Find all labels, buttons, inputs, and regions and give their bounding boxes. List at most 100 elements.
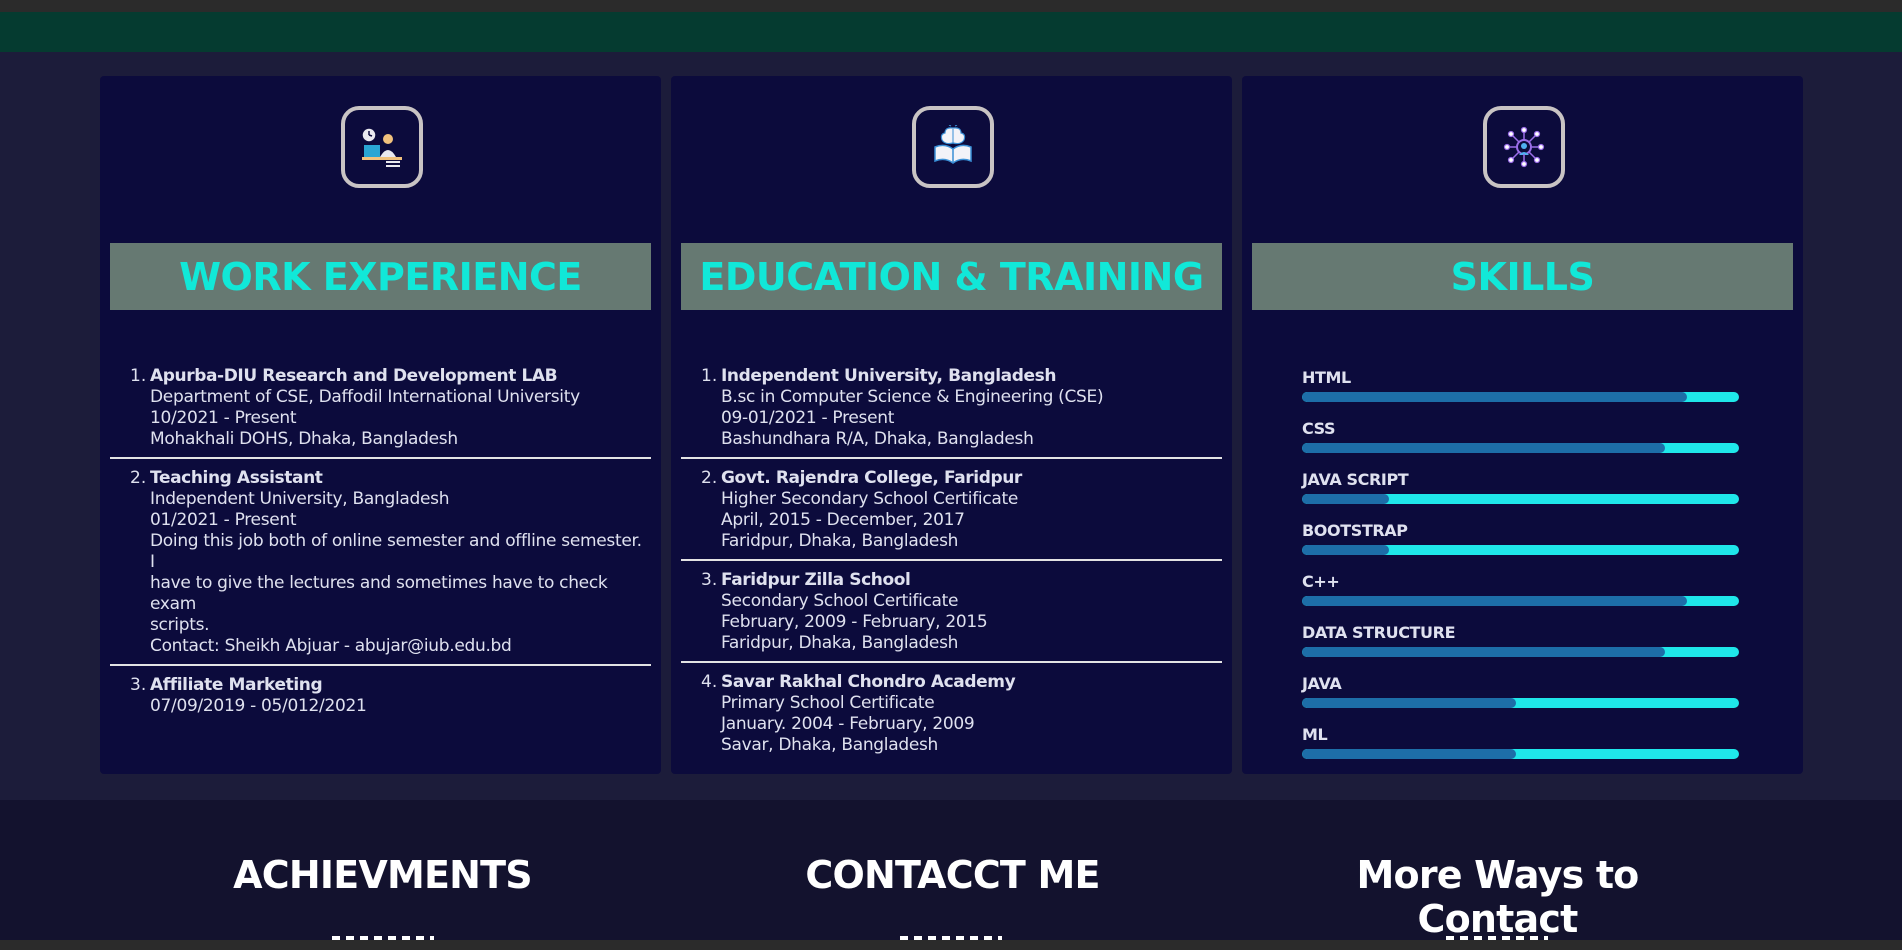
- skills-icon-frame: [1483, 106, 1565, 188]
- skill-bar-track: [1302, 392, 1739, 402]
- skill-label: JAVA SCRIPT: [1302, 470, 1409, 489]
- work-title: WORK EXPERIENCE: [179, 254, 582, 299]
- skill-bar-track: [1302, 443, 1739, 453]
- entry-line: February, 2009 - February, 2015: [721, 612, 988, 632]
- education-icon-frame: [912, 106, 994, 188]
- skill-label: HTML: [1302, 368, 1351, 387]
- skill-item: JAVA: [1302, 674, 1742, 725]
- entry-title: Faridpur Zilla School: [721, 570, 911, 590]
- skills-network-icon: [1503, 126, 1545, 168]
- entry-line: B.sc in Computer Science & Engineering (…: [721, 387, 1104, 407]
- entry-line: scripts.: [150, 615, 210, 635]
- skill-item: BOOTSTRAP: [1302, 521, 1742, 572]
- entry-line: Department of CSE, Daffodil Internationa…: [150, 387, 580, 407]
- entry-line: 01/2021 - Present: [150, 510, 297, 530]
- entry-line: Bashundhara R/A, Dhaka, Bangladesh: [721, 429, 1034, 449]
- skill-label: ML: [1302, 725, 1328, 744]
- skill-item: HTML: [1302, 368, 1742, 419]
- entry-number: 2.: [701, 468, 718, 488]
- skill-bar-fill: [1302, 698, 1517, 708]
- entry-line: Faridpur, Dhaka, Bangladesh: [721, 633, 959, 653]
- skill-item: ML: [1302, 725, 1742, 776]
- header-band: [0, 12, 1902, 52]
- skill-label: C++: [1302, 572, 1340, 591]
- entry-number: 4.: [701, 672, 718, 692]
- education-card: EDUCATION & TRAINING 1. Independent Univ…: [671, 76, 1232, 774]
- work-icon-frame: [341, 106, 423, 188]
- open-book-brain-icon: [934, 125, 972, 164]
- entry-line: Higher Secondary School Certificate: [721, 489, 1019, 509]
- entry-line: have to give the lectures and sometimes …: [150, 573, 608, 614]
- skill-bar-track: [1302, 494, 1739, 504]
- education-entry-2: 2. Govt. Rajendra College, Faridpur High…: [681, 468, 1222, 561]
- skill-bar-track: [1302, 749, 1739, 759]
- skill-label: CSS: [1302, 419, 1336, 438]
- office-worker-icon: [361, 127, 402, 167]
- work-entries: 1. Apurba-DIU Research and Development L…: [110, 366, 651, 733]
- entry-line: Savar, Dhaka, Bangladesh: [721, 735, 939, 755]
- education-entry-3: 3. Faridpur Zilla School Secondary Schoo…: [681, 570, 1222, 663]
- entry-line: 09-01/2021 - Present: [721, 408, 895, 428]
- work-entry-2: 2. Teaching Assistant Independent Univer…: [110, 468, 651, 666]
- skill-bar-fill: [1302, 392, 1687, 402]
- skill-bar-fill: [1302, 749, 1517, 759]
- entry-number: 3.: [701, 570, 718, 590]
- contact-heading: CONTACCT ME: [805, 853, 1100, 897]
- skills-list: HTML CSS JAVA SCRIPT BOOTSTRAP C++ DATA …: [1302, 368, 1742, 776]
- achievements-heading: ACHIEVMENTS: [233, 853, 532, 897]
- entry-number: 1.: [701, 366, 718, 386]
- entry-number: 1.: [130, 366, 147, 386]
- skill-label: DATA STRUCTURE: [1302, 623, 1456, 642]
- skill-bar-fill: [1302, 443, 1665, 453]
- entry-title: Apurba-DIU Research and Development LAB: [150, 366, 558, 386]
- skill-bar-fill: [1302, 494, 1390, 504]
- skills-card: SKILLS HTML CSS JAVA SCRIPT BOOTSTRAP C+…: [1242, 76, 1803, 774]
- skill-bar-track: [1302, 545, 1739, 555]
- skill-item: CSS: [1302, 419, 1742, 470]
- entry-line: 10/2021 - Present: [150, 408, 297, 428]
- entry-line: Mohakhali DOHS, Dhaka, Bangladesh: [150, 429, 458, 449]
- browser-bottom-strip: [0, 940, 1902, 950]
- entry-title: Govt. Rajendra College, Faridpur: [721, 468, 1022, 488]
- resume-cards-section: WORK EXPERIENCE 1. Apurba-DIU Research a…: [0, 52, 1902, 800]
- work-title-bar: WORK EXPERIENCE: [110, 243, 651, 310]
- bottom-section: ACHIEVMENTS CONTACCT ME More Ways to Con…: [0, 800, 1902, 950]
- entry-line: January. 2004 - February, 2009: [721, 714, 975, 734]
- entry-line: Independent University, Bangladesh: [150, 489, 450, 509]
- skills-title-bar: SKILLS: [1252, 243, 1793, 310]
- entry-line: Secondary School Certificate: [721, 591, 959, 611]
- entry-number: 3.: [130, 675, 147, 695]
- education-title-bar: EDUCATION & TRAINING: [681, 243, 1222, 310]
- entry-line: Primary School Certificate: [721, 693, 935, 713]
- education-entry-4: 4. Savar Rakhal Chondro Academy Primary …: [681, 672, 1222, 763]
- skill-item: C++: [1302, 572, 1742, 623]
- skill-item: JAVA SCRIPT: [1302, 470, 1742, 521]
- entry-line: Contact: Sheikh Abjuar - abujar@iub.edu.…: [150, 636, 512, 656]
- skill-bar-track: [1302, 596, 1739, 606]
- work-entry-3: 3. Affiliate Marketing 07/09/2019 - 05/0…: [110, 675, 651, 724]
- skill-label: BOOTSTRAP: [1302, 521, 1408, 540]
- entry-line: 07/09/2019 - 05/012/2021: [150, 696, 367, 716]
- skill-bar-fill: [1302, 647, 1665, 657]
- skill-bar-track: [1302, 698, 1739, 708]
- browser-top-strip: [0, 0, 1902, 12]
- entry-title: Teaching Assistant: [150, 468, 323, 488]
- entry-line: April, 2015 - December, 2017: [721, 510, 965, 530]
- entry-line: Doing this job both of online semester a…: [150, 531, 642, 572]
- education-entry-1: 1. Independent University, Bangladesh B.…: [681, 366, 1222, 459]
- work-entry-1: 1. Apurba-DIU Research and Development L…: [110, 366, 651, 459]
- entry-title: Savar Rakhal Chondro Academy: [721, 672, 1016, 692]
- skill-label: JAVA: [1302, 674, 1342, 693]
- skill-item: DATA STRUCTURE: [1302, 623, 1742, 674]
- entry-title: Independent University, Bangladesh: [721, 366, 1057, 386]
- entry-line: Faridpur, Dhaka, Bangladesh: [721, 531, 959, 551]
- skill-bar-track: [1302, 647, 1739, 657]
- more-contact-heading: More Ways to Contact: [1356, 853, 1640, 941]
- skill-bar-fill: [1302, 545, 1390, 555]
- education-entries: 1. Independent University, Bangladesh B.…: [681, 366, 1222, 772]
- education-title: EDUCATION & TRAINING: [699, 254, 1204, 299]
- entry-number: 2.: [130, 468, 147, 488]
- entry-title: Affiliate Marketing: [150, 675, 323, 695]
- work-experience-card: WORK EXPERIENCE 1. Apurba-DIU Research a…: [100, 76, 661, 774]
- skill-bar-fill: [1302, 596, 1687, 606]
